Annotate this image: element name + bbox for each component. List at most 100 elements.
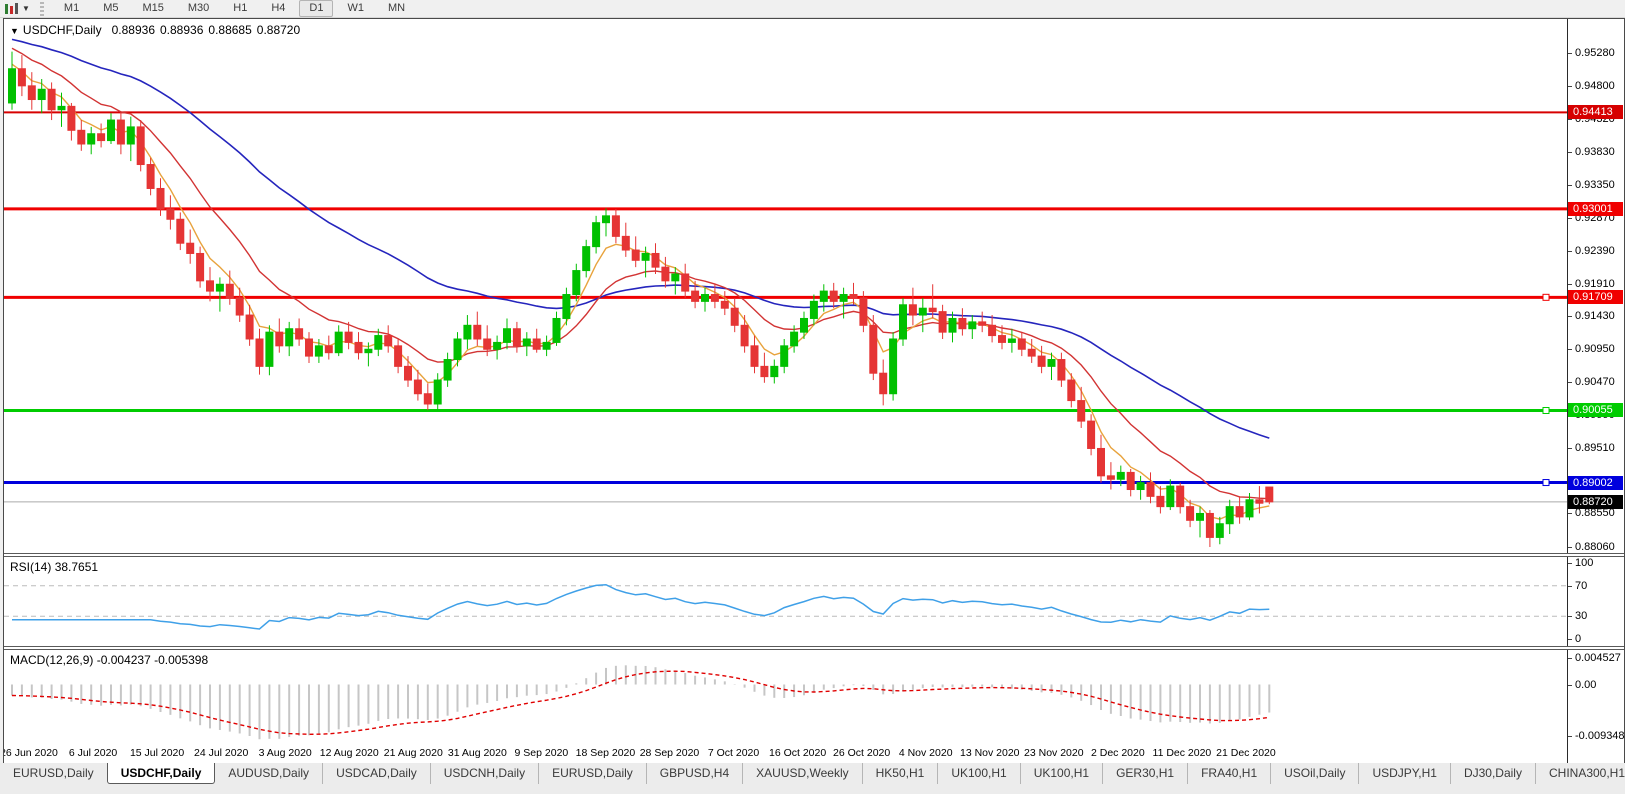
- macd-values: -0.004237 -0.005398: [97, 653, 208, 667]
- rsi-pane: RSI(14) 38.7651 100 70 30 0: [4, 557, 1624, 646]
- date-label: 7 Oct 2020: [708, 747, 759, 759]
- macd-label: MACD(12,26,9) -0.004237 -0.005398: [10, 653, 208, 667]
- date-axis-corner: [1568, 743, 1624, 764]
- hline-price-label: 0.93001: [1568, 202, 1623, 216]
- date-label: 15 Jul 2020: [130, 747, 184, 759]
- date-label: 31 Aug 2020: [448, 747, 507, 759]
- price-tick: 0.91910: [1568, 278, 1615, 291]
- chart-tab-dj30-daily[interactable]: DJ30,Daily: [1450, 763, 1535, 784]
- quote-open: 0.88936: [112, 23, 155, 37]
- chart-tab-gbpusd-h4[interactable]: GBPUSD,H4: [646, 763, 742, 784]
- timeframe-button-m5[interactable]: M5: [93, 0, 128, 17]
- chart-tab-usdchf-daily[interactable]: USDCHF,Daily: [107, 763, 216, 784]
- symbol-dropdown-icon[interactable]: ▼: [10, 26, 19, 36]
- chart-tab-audusd-daily[interactable]: AUDUSD,Daily: [215, 763, 322, 784]
- date-axis-row: 26 Jun 2020 6 Jul 2020 15 Jul 2020 24 Jul 2…: [4, 743, 1624, 764]
- price-tick: 0.88550: [1568, 507, 1615, 520]
- rsi-axis[interactable]: 100 70 30 0: [1568, 557, 1624, 646]
- quote-low: 0.88685: [208, 23, 251, 37]
- rsi-label: RSI(14) 38.7651: [10, 560, 98, 574]
- price-tick: 0.90470: [1568, 376, 1615, 389]
- chart-window: ▼USDCHF,Daily0.889360.889360.886850.8872…: [3, 18, 1625, 763]
- date-label: 26 Oct 2020: [833, 747, 890, 759]
- rsi-tick: 70: [1568, 580, 1587, 593]
- date-label: 3 Aug 2020: [259, 747, 312, 759]
- macd-axis[interactable]: 0.004527 0.00 -0.009348: [1568, 650, 1624, 743]
- timeframe-button-m30[interactable]: M30: [178, 0, 219, 17]
- timeframe-button-w1[interactable]: W1: [337, 0, 374, 17]
- chart-tab-usdcad-daily[interactable]: USDCAD,Daily: [322, 763, 430, 784]
- price-tick: 0.89510: [1568, 442, 1615, 455]
- top-toolbar: ▼ M1M5M15 M30H1H4D1W1MN: [0, 0, 1625, 18]
- chart-title: ▼USDCHF,Daily0.889360.889360.886850.8872…: [10, 23, 305, 37]
- hline-price-label: 0.90055: [1568, 403, 1623, 417]
- timeframe-button-m15[interactable]: M15: [132, 0, 173, 17]
- chart-tab-usdcnh-daily[interactable]: USDCNH,Daily: [430, 763, 538, 784]
- hline-price-label: 0.94413: [1568, 105, 1623, 119]
- date-label: 21 Aug 2020: [384, 747, 443, 759]
- date-label: 24 Jul 2020: [194, 747, 248, 759]
- chart-style-dropdown-arrow-icon[interactable]: ▼: [22, 4, 30, 13]
- candlestick-chart-icon[interactable]: [2, 1, 20, 17]
- date-axis[interactable]: 26 Jun 2020 6 Jul 2020 15 Jul 2020 24 Jul 2…: [4, 743, 1568, 764]
- chart-tab-hk50-h1[interactable]: HK50,H1: [862, 763, 938, 784]
- price-plot-area[interactable]: ▼USDCHF,Daily0.889360.889360.886850.8872…: [4, 19, 1568, 553]
- timeframe-button-h1[interactable]: H1: [223, 0, 257, 17]
- candlestick-chart[interactable]: [4, 19, 1568, 553]
- rsi-name: RSI(14): [10, 560, 51, 574]
- icon-bar-gray: [15, 3, 18, 14]
- date-label: 26 Jun 2020: [4, 747, 58, 759]
- icon-bar-green: [5, 4, 8, 14]
- chart-tab-eurusd-daily[interactable]: EURUSD,Daily: [538, 763, 646, 784]
- price-tick: 0.93830: [1568, 146, 1615, 159]
- macd-tick: -0.009348: [1568, 730, 1625, 743]
- chart-tab-bar: EURUSD,DailyUSDCHF,DailyAUDUSD,DailyUSDC…: [0, 763, 1625, 794]
- date-label: 13 Nov 2020: [960, 747, 1020, 759]
- chart-tab-uk100-h1[interactable]: UK100,H1: [937, 763, 1019, 784]
- chart-tab-china300-h1[interactable]: CHINA300,H1: [1535, 763, 1625, 784]
- chart-tab-ger30-h1[interactable]: GER30,H1: [1102, 763, 1187, 784]
- hline-price-label: 0.91709: [1568, 290, 1623, 304]
- chart-tab-usoil-daily[interactable]: USOil,Daily: [1270, 763, 1358, 784]
- date-label: 6 Jul 2020: [69, 747, 117, 759]
- price-tick: 0.94800: [1568, 80, 1615, 93]
- macd-tick: 0.004527: [1568, 652, 1621, 665]
- date-label: 9 Sep 2020: [515, 747, 569, 759]
- rsi-tick: 0: [1568, 633, 1581, 646]
- date-label: 16 Oct 2020: [769, 747, 826, 759]
- date-label: 12 Aug 2020: [320, 747, 379, 759]
- price-tick: 0.92390: [1568, 245, 1615, 258]
- chart-tab-usdjpy-h1[interactable]: USDJPY,H1: [1358, 763, 1449, 784]
- rsi-chart[interactable]: [4, 557, 1568, 646]
- timeframe-button-group: M1M5M15 M30H1H4D1W1MN: [52, 0, 417, 17]
- date-label: 18 Sep 2020: [576, 747, 636, 759]
- icon-bar-red: [10, 6, 13, 14]
- timeframe-button-mn[interactable]: MN: [378, 0, 415, 17]
- price-pane: ▼USDCHF,Daily0.889360.889360.886850.8872…: [4, 19, 1624, 553]
- chart-tab-uk100-h1[interactable]: UK100,H1: [1020, 763, 1102, 784]
- date-label: 4 Nov 2020: [899, 747, 953, 759]
- chart-tab-eurusd-daily[interactable]: EURUSD,Daily: [0, 763, 107, 784]
- hline-price-label: 0.89002: [1568, 476, 1623, 490]
- timeframe-button-d1[interactable]: D1: [299, 0, 333, 17]
- chart-tab-xauusd-weekly[interactable]: XAUUSD,Weekly: [742, 763, 861, 784]
- rsi-plot-area[interactable]: RSI(14) 38.7651: [4, 557, 1568, 646]
- timeframe-button-h4[interactable]: H4: [261, 0, 295, 17]
- price-tick: 0.93350: [1568, 179, 1615, 192]
- macd-chart[interactable]: [4, 650, 1568, 743]
- date-label: 23 Nov 2020: [1024, 747, 1084, 759]
- chart-tab-fra40-h1[interactable]: FRA40,H1: [1187, 763, 1270, 784]
- timeframe-button-m1[interactable]: M1: [54, 0, 89, 17]
- macd-pane: MACD(12,26,9) -0.004237 -0.005398 0.0045…: [4, 650, 1624, 743]
- date-label: 21 Dec 2020: [1216, 747, 1276, 759]
- date-label: 11 Dec 2020: [1153, 747, 1212, 759]
- price-tick: 0.95280: [1568, 47, 1615, 60]
- macd-tick: 0.00: [1568, 679, 1596, 692]
- toolbar-grip-handle[interactable]: [40, 2, 44, 16]
- price-tick: 0.91430: [1568, 310, 1615, 323]
- price-axis[interactable]: 0.952800.948000.943200.938300.933500.928…: [1568, 19, 1624, 553]
- rsi-tick: 30: [1568, 610, 1587, 623]
- rsi-tick: 100: [1568, 557, 1593, 570]
- macd-plot-area[interactable]: MACD(12,26,9) -0.004237 -0.005398: [4, 650, 1568, 743]
- chart-symbol-label: USDCHF,Daily: [23, 23, 102, 37]
